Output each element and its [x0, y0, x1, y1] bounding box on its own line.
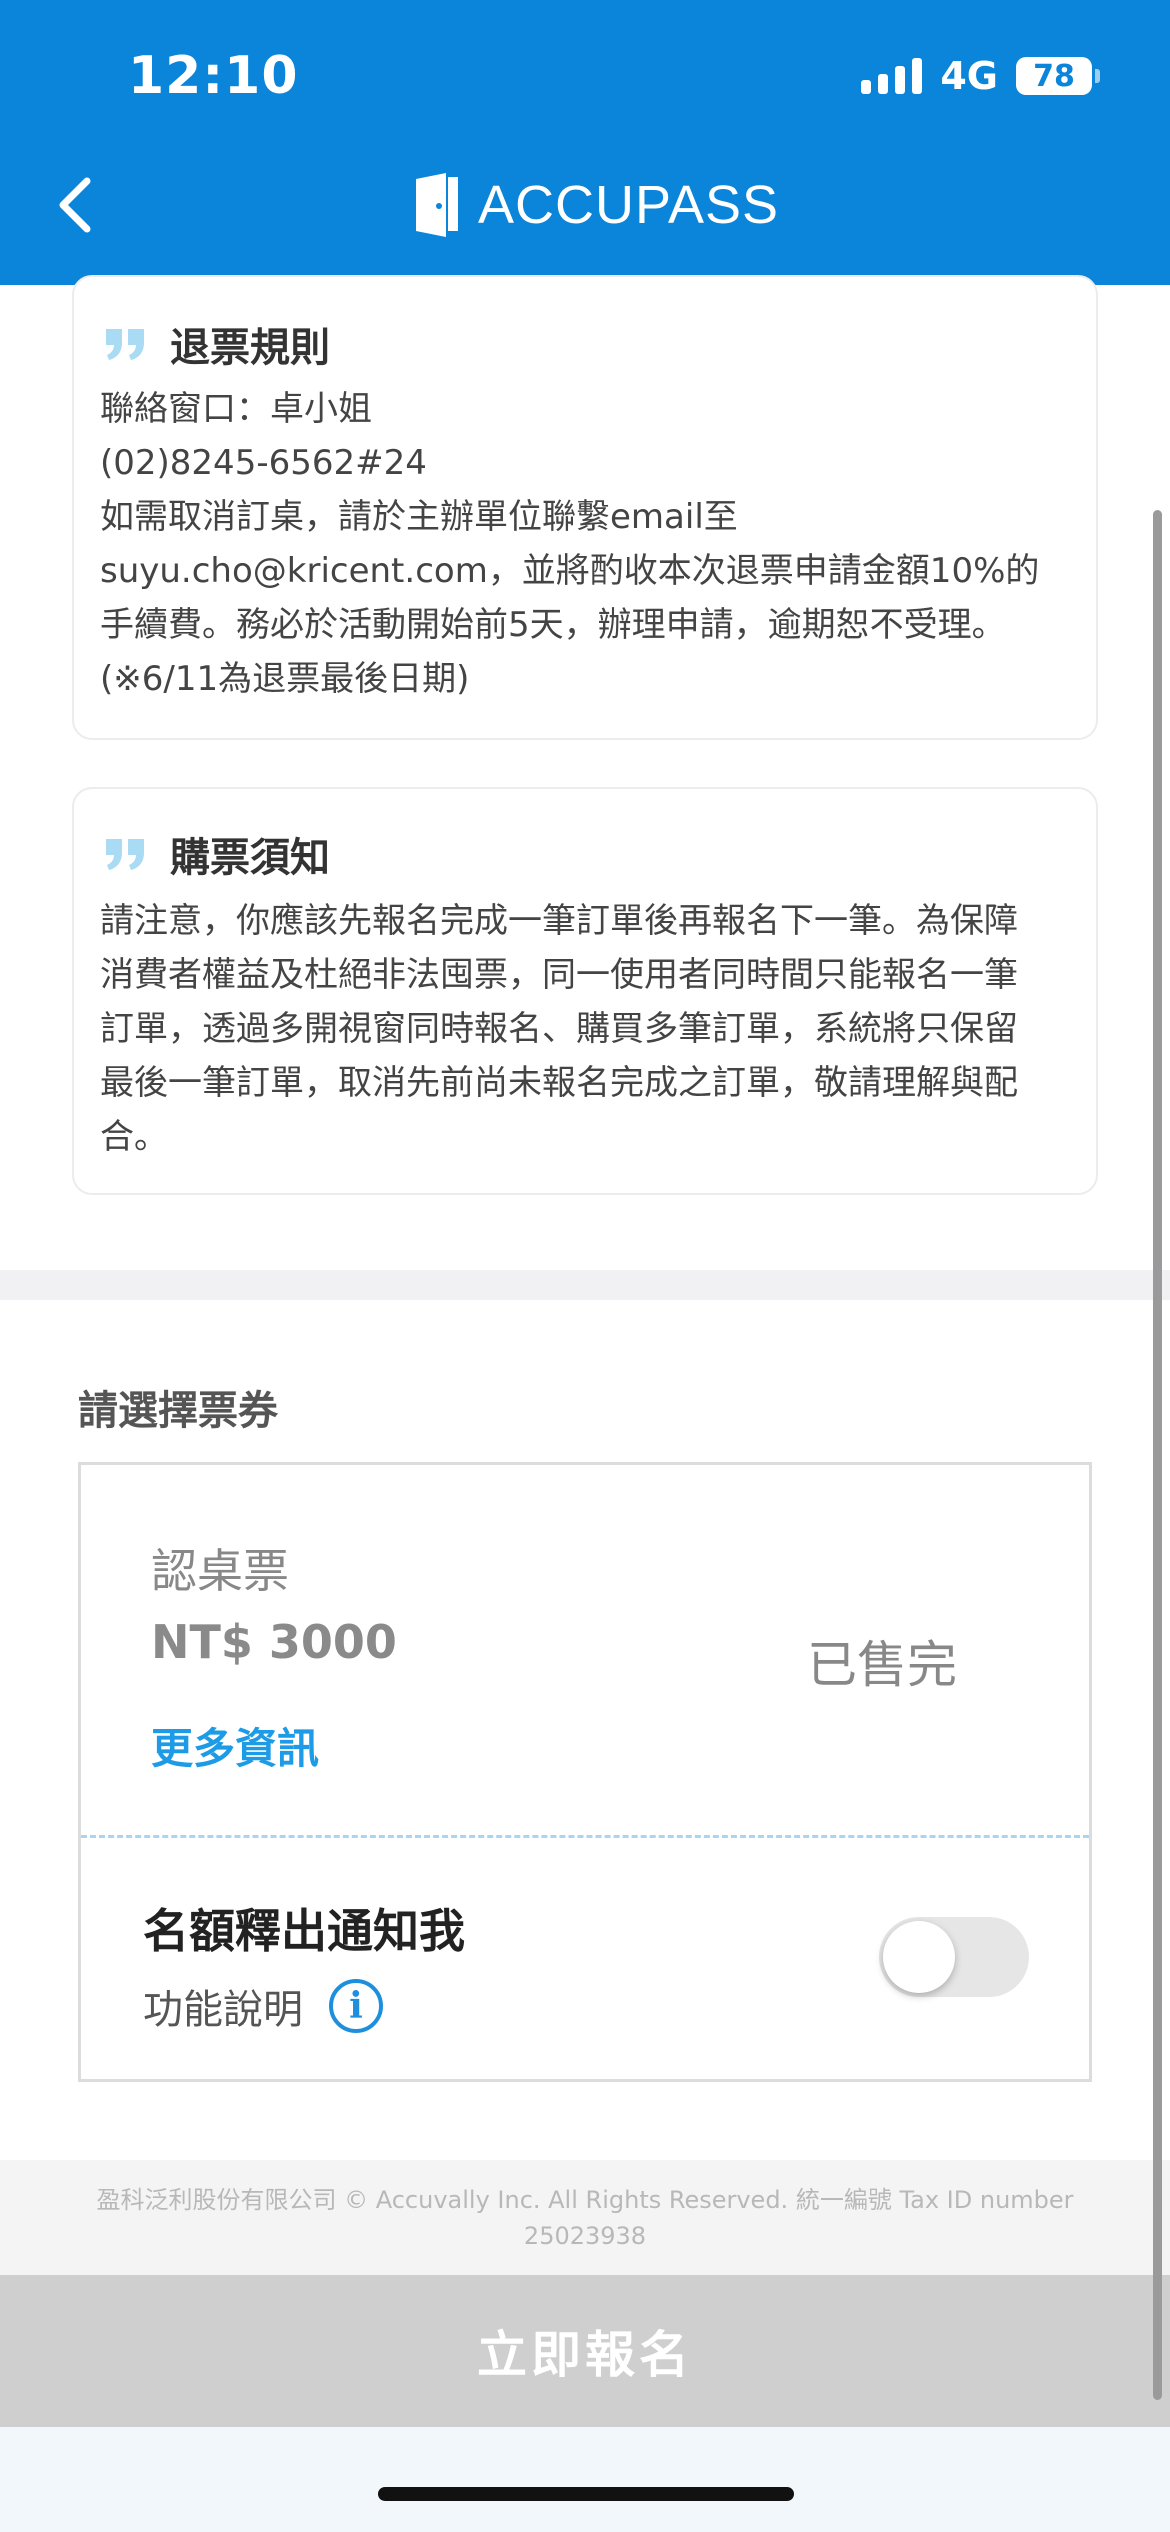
- notify-me-title: 名額釋出通知我: [143, 1904, 465, 1958]
- ticket-option: 認桌票 NT$ 3000 更多資訊 已售完 名額釋出通知我 功能說明 i: [78, 1462, 1092, 2082]
- notice-line: 消費者權益及杜絕非法囤票，同一使用者同時間只能報名一筆: [100, 955, 1018, 995]
- door-logo-icon: [416, 173, 458, 237]
- notice-line: 最後一筆訂單，取消先前尚未報名完成之訂單，敬請理解與配: [100, 1063, 1018, 1103]
- scrollbar[interactable]: [1153, 510, 1162, 2400]
- dashed-divider: [81, 1835, 1089, 1838]
- chevron-left-icon: [59, 177, 91, 233]
- more-info-link[interactable]: 更多資訊: [151, 1715, 319, 1776]
- ticket-name: 認桌票: [151, 1544, 289, 1598]
- refund-line: 聯絡窗口：卓小姐: [100, 389, 372, 429]
- notice-card-title: 購票須知: [170, 835, 330, 881]
- refund-line: suyu.cho@kricent.com，並將酌收本次退票申請金額10%的: [100, 551, 1040, 591]
- home-indicator[interactable]: [378, 2487, 794, 2501]
- notice-line: 合。: [100, 1117, 168, 1157]
- ticket-section-title: 請選擇票券: [78, 1388, 278, 1434]
- status-indicators: 4G 78: [861, 54, 1100, 98]
- feature-description-label: 功能說明: [143, 1987, 303, 2033]
- back-button[interactable]: [40, 170, 110, 240]
- copyright-footer: 盈科泛利股份有限公司 © Accuvally Inc. All Rights R…: [0, 2160, 1170, 2275]
- refund-card-title: 退票規則: [170, 325, 330, 371]
- ticket-selection-section: 請選擇票券 認桌票 NT$ 3000 更多資訊 已售完 名額釋出通知我 功能說明…: [0, 1300, 1170, 2160]
- battery-level: 78: [1033, 58, 1075, 94]
- tax-id-line: 25023938: [523, 2222, 647, 2250]
- refund-line: 手續費。務必於活動開始前5天，辦理申請，逾期恕不受理。: [100, 605, 1006, 645]
- quote-icon: [104, 327, 148, 361]
- copyright-line: 盈科泛利股份有限公司 © Accuvally Inc. All Rights R…: [96, 2186, 1074, 2214]
- safe-area: [0, 2427, 1170, 2532]
- notice-line: 請注意，你應該先報名完成一筆訂單後再報名下一筆。為保障: [100, 901, 1018, 941]
- network-label: 4G: [940, 54, 998, 98]
- section-divider: [0, 1270, 1170, 1300]
- toggle-knob: [883, 1921, 955, 1993]
- purchase-notice-card: 購票須知 請注意，你應該先報名完成一筆訂單後再報名下一筆。為保障 消費者權益及杜…: [72, 787, 1098, 1195]
- info-icon[interactable]: i: [329, 1979, 383, 2033]
- refund-line: (02)8245-6562#24: [100, 443, 427, 483]
- status-time: 12:10: [128, 46, 299, 106]
- register-now-button[interactable]: 立即報名: [0, 2275, 1170, 2427]
- app-header: 12:10 4G 78 ACCUPASS: [0, 0, 1170, 285]
- notice-line: 訂單，透過多開視窗同時報名、購買多筆訂單，系統將只保留: [100, 1009, 1018, 1049]
- sold-out-label: 已售完: [807, 1636, 957, 1694]
- brand-logo: ACCUPASS: [416, 170, 779, 240]
- notice-card-header: 購票須知: [104, 825, 330, 883]
- refund-card-header: 退票規則: [104, 315, 330, 373]
- notice-card-body: 請注意，你應該先報名完成一筆訂單後再報名下一筆。為保障 消費者權益及杜絕非法囤票…: [100, 894, 1080, 1164]
- ticket-price: NT$ 3000: [151, 1615, 397, 1669]
- refund-line: (※6/11為退票最後日期): [100, 659, 470, 699]
- refund-line: 如需取消訂桌，請於主辦單位聯繫email至: [100, 497, 738, 537]
- quote-icon: [104, 837, 148, 871]
- battery-icon: 78: [1016, 57, 1100, 95]
- event-info-section: 退票規則 聯絡窗口：卓小姐 (02)8245-6562#24 如需取消訂桌，請於…: [0, 275, 1170, 1270]
- refund-card-body: 聯絡窗口：卓小姐 (02)8245-6562#24 如需取消訂桌，請於主辦單位聯…: [100, 382, 1080, 706]
- signal-icon: [861, 58, 923, 94]
- notify-toggle[interactable]: [879, 1917, 1029, 1997]
- refund-policy-card: 退票規則 聯絡窗口：卓小姐 (02)8245-6562#24 如需取消訂桌，請於…: [72, 275, 1098, 740]
- feature-description: 功能說明 i: [143, 1977, 383, 2035]
- brand-name: ACCUPASS: [478, 175, 780, 235]
